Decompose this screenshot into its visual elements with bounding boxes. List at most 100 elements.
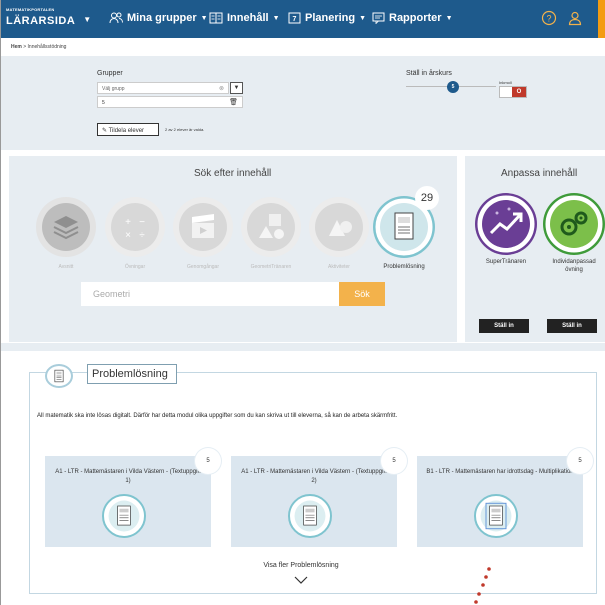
assign-students-button[interactable]: ✎ Tildela elever bbox=[97, 123, 159, 136]
problem-card[interactable]: B1 - LTR - Mattemästaren har idrottsdag … bbox=[417, 448, 593, 547]
grade-toggle[interactable]: O bbox=[499, 86, 527, 98]
adapt-label: Individanpassad övning bbox=[552, 259, 596, 273]
activity-icon bbox=[309, 197, 369, 257]
document-icon bbox=[474, 494, 518, 538]
divider-strip bbox=[1, 343, 605, 351]
category-label: Problemlösning bbox=[383, 264, 425, 270]
users-icon bbox=[109, 12, 123, 24]
top-nav: MATEMATIKPORTALEN LÄRARSIDA ▼ Mina gruppe… bbox=[1, 0, 605, 38]
breadcrumb-separator: > bbox=[23, 44, 27, 50]
chevron-down-icon: ▼ bbox=[83, 15, 92, 24]
clapperboard-icon bbox=[173, 197, 233, 257]
user-icon[interactable] bbox=[567, 10, 583, 26]
adapt-supertranaren[interactable]: SuperTränaren bbox=[475, 193, 537, 267]
breadcrumb: Hem > Innehållsstödning bbox=[11, 44, 66, 50]
category-geometritranaren[interactable]: GeometriTränaren bbox=[240, 196, 302, 270]
category-aktiviteter[interactable]: Aktiviteter bbox=[308, 196, 370, 270]
svg-text:+: + bbox=[125, 217, 131, 228]
adapt-title: Anpassa innehåll bbox=[501, 168, 578, 179]
chevron-down-icon: ▼ bbox=[200, 15, 208, 22]
document-icon bbox=[288, 494, 332, 538]
breadcrumb-home[interactable]: Hem bbox=[11, 44, 22, 50]
chevron-down-icon: ▼ bbox=[233, 85, 240, 91]
adapt-label: SuperTränaren bbox=[485, 259, 527, 265]
nav-rapporter[interactable]: Rapporter ▼ bbox=[372, 12, 453, 25]
svg-text:−: − bbox=[139, 217, 145, 228]
brand-small-label: MATEMATIKPORTALEN bbox=[6, 7, 55, 12]
assign-students-label: Tildela elever bbox=[108, 128, 145, 134]
chevron-down-icon: ▼ bbox=[445, 15, 453, 22]
clear-icon[interactable]: ⊗ bbox=[219, 85, 224, 92]
toggle-state: O bbox=[512, 87, 526, 97]
groups-label: Grupper bbox=[97, 70, 123, 77]
brand-menu[interactable]: MATEMATIKPORTALEN LÄRARSIDA ▼ bbox=[6, 8, 91, 28]
category-label: Genomgångar bbox=[187, 264, 219, 270]
search-input[interactable]: Geometri bbox=[81, 282, 339, 306]
group-select[interactable]: Välj grupp ⊗ bbox=[97, 82, 229, 94]
problem-card-title: A1 - LTR - Mattemästaren i Vilda Västern… bbox=[55, 469, 201, 484]
nav-planering[interactable]: 7 Planering ▼ bbox=[288, 12, 366, 24]
category-genomgangar[interactable]: Genomgångar bbox=[172, 196, 234, 270]
group-count-value: 5 bbox=[102, 100, 105, 106]
shapes-icon bbox=[241, 197, 301, 257]
search-title: Sök efter innehåll bbox=[194, 168, 272, 179]
document-icon bbox=[45, 364, 73, 388]
nav-label: Innehåll bbox=[227, 12, 269, 24]
assign-note: 2 av 2 elever är valda. bbox=[165, 127, 205, 132]
stall-in-button[interactable]: Ställ in bbox=[547, 319, 597, 333]
stall-in-button[interactable]: Ställ in bbox=[479, 319, 529, 333]
category-label: Övningar bbox=[124, 264, 146, 270]
cursor-trail-icon bbox=[474, 567, 491, 604]
gears-icon bbox=[543, 193, 605, 255]
calculator-icon: + −× ÷ bbox=[105, 197, 165, 257]
problem-card-badge: 5 bbox=[381, 448, 407, 474]
grade-slider-knob[interactable]: 5 bbox=[447, 81, 459, 93]
help-icon[interactable]: ? bbox=[541, 10, 557, 26]
category-label: Aktiviteter bbox=[328, 264, 350, 270]
group-select-value: Välj grupp bbox=[102, 86, 125, 92]
chevron-down-icon: ▼ bbox=[359, 15, 367, 22]
nav-label: Rapporter bbox=[389, 12, 442, 24]
show-more-link[interactable]: Visa fler Problemlösning bbox=[241, 562, 361, 569]
nav-innehall[interactable]: Innehåll ▼ bbox=[209, 12, 280, 24]
page: MATEMATIKPORTALEN LÄRARSIDA ▼ Mina gruppe… bbox=[0, 0, 605, 605]
svg-text:7: 7 bbox=[293, 16, 297, 23]
problem-card[interactable]: A1 - LTR - Mattemästaren i Vilda Västern… bbox=[45, 448, 221, 547]
side-tab[interactable] bbox=[598, 0, 605, 38]
toggle-label: Inkmoll bbox=[499, 80, 512, 85]
nav-mina-grupper[interactable]: Mina grupper ▼ bbox=[109, 12, 208, 24]
layers-icon bbox=[36, 197, 96, 257]
category-label: Avsnitt bbox=[58, 264, 74, 270]
calendar-icon: 7 bbox=[288, 12, 301, 24]
svg-text:?: ? bbox=[546, 14, 551, 24]
problem-card-title: B1 - LTR - Mattemästaren har idrottsdag … bbox=[426, 469, 574, 475]
breadcrumb-current: Innehållsstödning bbox=[27, 44, 67, 50]
svg-text:×: × bbox=[125, 230, 131, 241]
problem-card-badge: 5 bbox=[195, 448, 221, 474]
problem-card-title: A1 - LTR - Mattemästaren i Vilda Västern… bbox=[241, 469, 387, 484]
category-label: GeometriTränaren bbox=[250, 264, 292, 270]
grade-label: Ställ in årskurs bbox=[406, 70, 452, 77]
nav-label: Planering bbox=[305, 12, 356, 24]
category-avsnitt[interactable]: Avsnitt bbox=[35, 196, 97, 270]
group-count-field[interactable]: 5 🗑 bbox=[97, 96, 243, 108]
svg-text:÷: ÷ bbox=[139, 230, 145, 241]
report-icon bbox=[372, 12, 385, 25]
category-ovningar[interactable]: + − × ÷ Övningar bbox=[104, 196, 166, 270]
chevron-down-icon: ▼ bbox=[272, 15, 280, 22]
adapt-individanpassad[interactable]: Individanpassad övning bbox=[543, 193, 605, 275]
problem-description: All matematik ska inte lösas digitalt. D… bbox=[37, 413, 398, 419]
problem-title: Problemlösning bbox=[87, 364, 177, 384]
problem-card-badge: 5 bbox=[567, 448, 593, 474]
problem-card[interactable]: A1 - LTR - Mattemästaren i Vilda Västern… bbox=[231, 448, 407, 547]
nav-label: Mina grupper bbox=[127, 12, 197, 24]
chevron-down-icon[interactable] bbox=[294, 576, 308, 584]
search-button[interactable]: Sök bbox=[339, 282, 385, 306]
category-count-badge: 29 bbox=[415, 186, 439, 210]
group-dropdown-button[interactable]: ▼ bbox=[230, 82, 243, 94]
group-panel bbox=[1, 56, 605, 150]
book-icon bbox=[209, 12, 223, 24]
pencil-icon: ✎ bbox=[102, 128, 108, 134]
trash-icon[interactable]: 🗑 bbox=[229, 98, 238, 106]
chart-icon bbox=[475, 193, 537, 255]
